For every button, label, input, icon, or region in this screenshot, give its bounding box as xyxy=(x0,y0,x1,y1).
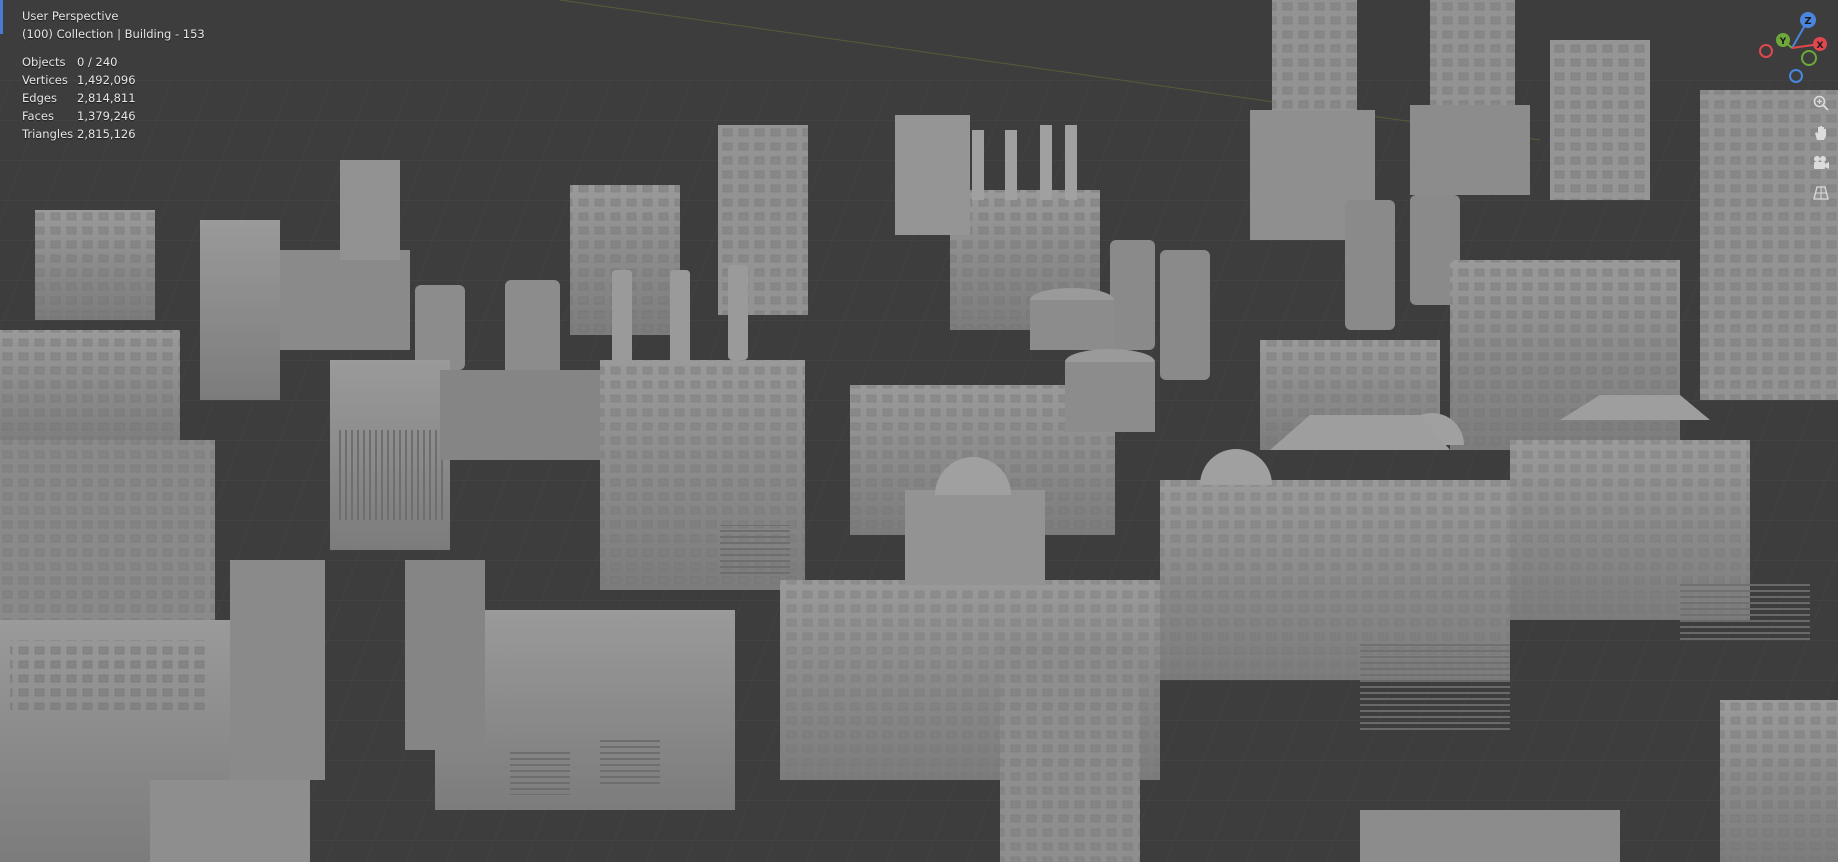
stat-value: 1,492,096 xyxy=(77,73,136,87)
view-mode-label: User Perspective xyxy=(22,9,119,23)
neg-z-handle[interactable] xyxy=(1789,69,1803,83)
zoom-button[interactable] xyxy=(1808,90,1834,116)
scene-render xyxy=(0,0,1838,862)
zoom-icon xyxy=(1813,95,1829,111)
pan-button[interactable] xyxy=(1808,120,1834,146)
building-far-right-front xyxy=(1720,700,1838,862)
building-tower-left xyxy=(35,210,155,320)
3d-viewport[interactable]: User Perspective (100) Collection | Buil… xyxy=(0,0,1838,862)
neg-x-handle[interactable] xyxy=(1759,44,1773,58)
stat-triangles: Triangles 2,815,126 xyxy=(22,125,205,143)
neg-y-handle[interactable] xyxy=(1801,50,1817,66)
stat-objects: Objects 0 / 240 xyxy=(22,53,205,71)
z-axis-label: Z xyxy=(1804,16,1811,27)
stat-value: 2,815,126 xyxy=(77,127,136,141)
stat-edges: Edges 2,814,811 xyxy=(22,89,205,107)
x-axis-label: X xyxy=(1817,41,1824,51)
stat-label: Objects xyxy=(22,55,66,69)
camera-icon xyxy=(1814,156,1829,169)
viewport-info-overlay: User Perspective (100) Collection | Buil… xyxy=(22,7,205,143)
building-bottom-slab xyxy=(1360,810,1620,862)
stat-label: Edges xyxy=(22,91,57,105)
grid-perspective-icon xyxy=(1813,186,1829,200)
stat-label: Vertices xyxy=(22,73,68,87)
stat-value: 1,379,246 xyxy=(77,109,136,123)
editor-edge-indicator xyxy=(0,0,3,34)
camera-view-button[interactable] xyxy=(1808,150,1834,176)
y-axis-label: Y xyxy=(1779,37,1787,47)
stat-value: 2,814,811 xyxy=(77,91,136,105)
perspective-toggle-button[interactable] xyxy=(1808,180,1834,206)
navigation-gizmo[interactable]: Z Y X xyxy=(1756,10,1828,86)
hand-pan-icon xyxy=(1815,126,1826,140)
stat-value: 0 / 240 xyxy=(77,55,118,69)
stat-label: Faces xyxy=(22,109,54,123)
scene-statistics: Objects 0 / 240 Vertices 1,492,096 Edges… xyxy=(22,53,205,143)
active-collection-label: (100) Collection | Building - 153 xyxy=(22,27,205,41)
stat-vertices: Vertices 1,492,096 xyxy=(22,71,205,89)
stat-label: Triangles xyxy=(22,127,74,141)
stat-faces: Faces 1,379,246 xyxy=(22,107,205,125)
office-block-right xyxy=(1450,260,1680,450)
